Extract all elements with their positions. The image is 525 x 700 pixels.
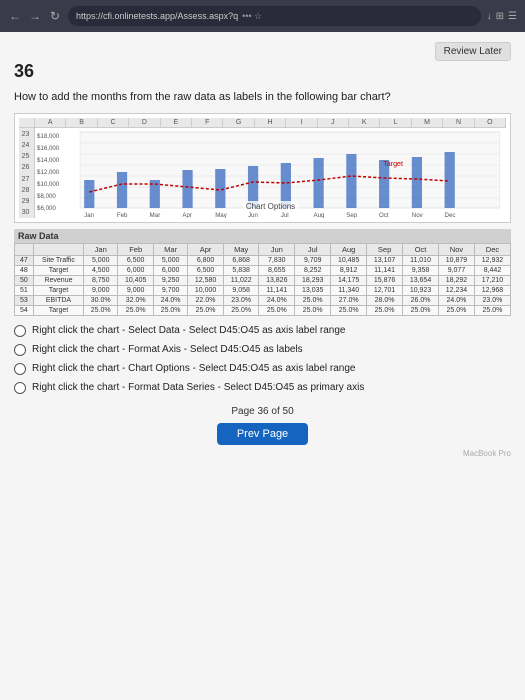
answer-options: Right click the chart - Select Data - Se… xyxy=(14,324,511,394)
question-number: 36 xyxy=(14,61,511,82)
option-radio-3[interactable] xyxy=(14,363,26,375)
table-row: 53 EBITDA 30.0% 32.0% 24.0% 22.0% 23.0% … xyxy=(15,296,511,306)
chart-options-label: Chart Options xyxy=(243,201,298,212)
col-n: N xyxy=(443,118,474,127)
page-info: Page 36 of 50 xyxy=(14,406,511,417)
row-numbers: 2324252627282930 xyxy=(19,128,35,218)
option-text-1: Right click the chart - Select Data - Se… xyxy=(32,324,345,337)
col-header-mar: Mar xyxy=(154,244,188,256)
col-header-dec: Dec xyxy=(474,244,510,256)
col-i: I xyxy=(286,118,317,127)
col-m: M xyxy=(412,118,443,127)
svg-text:Oct: Oct xyxy=(379,213,389,218)
browser-action-icons: ↓ ⊞ ☰ xyxy=(487,11,517,22)
col-header-jun: Jun xyxy=(259,244,295,256)
question-text: How to add the months from the raw data … xyxy=(14,90,511,105)
option-row-1: Right click the chart - Select Data - Se… xyxy=(14,324,511,337)
reload-icon[interactable]: ↻ xyxy=(48,9,62,23)
svg-text:$8,000: $8,000 xyxy=(37,194,56,200)
svg-text:Nov: Nov xyxy=(412,213,424,218)
raw-data-table: Jan Feb Mar Apr May Jun Jul Aug Sep Oct … xyxy=(14,243,511,316)
col-header-jul: Jul xyxy=(295,244,331,256)
col-header-sep: Sep xyxy=(367,244,403,256)
raw-data-header: Raw Data xyxy=(14,229,511,243)
browser-chrome: ← → ↻ https://cfi.onlinetests.app/Assess… xyxy=(0,0,525,32)
svg-text:Sep: Sep xyxy=(346,213,358,218)
option-text-3: Right click the chart - Chart Options - … xyxy=(32,362,355,375)
review-later-button[interactable]: Review Later xyxy=(435,42,511,61)
option-row-4: Right click the chart - Format Data Seri… xyxy=(14,381,511,394)
table-row: 48 Target 4,500 6,000 6,000 6,500 5,838 … xyxy=(15,266,511,276)
svg-text:Target: Target xyxy=(383,160,403,168)
bar-chart: $18,000 $16,000 $14,000 $12,000 $10,000 … xyxy=(35,128,506,218)
back-icon[interactable]: ← xyxy=(8,9,22,23)
table-row: 50 Revenue 8,750 10,405 9,250 12,580 11,… xyxy=(15,276,511,286)
table-row: 51 Target 9,000 9,000 9,700 10,000 9,058… xyxy=(15,286,511,296)
raw-data-section: Raw Data Jan Feb Mar Apr May Jun Jul Aug… xyxy=(14,229,511,316)
col-g: G xyxy=(223,118,254,127)
col-c: C xyxy=(98,118,129,127)
option-radio-1[interactable] xyxy=(14,325,26,337)
col-header-oct: Oct xyxy=(403,244,439,256)
svg-text:Dec: Dec xyxy=(445,213,456,218)
col-header-may: May xyxy=(224,244,259,256)
svg-text:$18,000: $18,000 xyxy=(37,134,60,140)
col-header-nov: Nov xyxy=(439,244,475,256)
col-header-jan: Jan xyxy=(84,244,118,256)
col-f: F xyxy=(192,118,223,127)
svg-text:$6,000: $6,000 xyxy=(37,206,56,212)
option-text-4: Right click the chart - Format Data Seri… xyxy=(32,381,364,394)
svg-text:Jun: Jun xyxy=(248,213,258,218)
svg-text:Feb: Feb xyxy=(117,213,128,218)
col-d: D xyxy=(129,118,160,127)
col-e: E xyxy=(161,118,192,127)
col-b: B xyxy=(66,118,97,127)
table-row: 47 Site Traffic 5,000 6,500 5,000 6,800 … xyxy=(15,256,511,266)
col-a: A xyxy=(35,118,66,127)
bottom-logo: MacBook Pro xyxy=(14,449,511,458)
url-bar[interactable]: https://cfi.onlinetests.app/Assess.aspx?… xyxy=(68,6,481,26)
table-row-num-header xyxy=(15,244,34,256)
col-l: L xyxy=(380,118,411,127)
option-radio-2[interactable] xyxy=(14,344,26,356)
table-row: 54 Target 25.0% 25.0% 25.0% 25.0% 25.0% … xyxy=(15,306,511,316)
option-row-2: Right click the chart - Format Axis - Se… xyxy=(14,343,511,356)
spreadsheet-chart-area: 2324252627282930 $18,000 $16,000 $14,000… xyxy=(19,128,506,218)
chart-container: A B C D E F G H I J K L M N O 2324252627… xyxy=(14,113,511,223)
svg-text:May: May xyxy=(215,213,228,218)
svg-text:Mar: Mar xyxy=(150,213,161,218)
col-header-aug: Aug xyxy=(331,244,367,256)
forward-icon[interactable]: → xyxy=(28,9,42,23)
svg-text:$14,000: $14,000 xyxy=(37,158,60,164)
col-header-empty xyxy=(33,244,84,256)
prev-page-button[interactable]: Prev Page xyxy=(217,423,308,445)
col-header-apr: Apr xyxy=(188,244,224,256)
option-radio-4[interactable] xyxy=(14,382,26,394)
col-j: J xyxy=(318,118,349,127)
svg-text:$16,000: $16,000 xyxy=(37,146,60,152)
pagination: Page 36 of 50 Prev Page xyxy=(14,406,511,445)
col-o: O xyxy=(475,118,506,127)
option-text-2: Right click the chart - Format Axis - Se… xyxy=(32,343,303,356)
col-header-feb: Feb xyxy=(118,244,154,256)
col-letters-row: A B C D E F G H I J K L M N O xyxy=(19,118,506,128)
col-h: H xyxy=(255,118,286,127)
col-k: K xyxy=(349,118,380,127)
content-area: Review Later 36 How to add the months fr… xyxy=(0,32,525,700)
svg-text:Jan: Jan xyxy=(84,213,94,218)
svg-text:Jul: Jul xyxy=(281,213,289,218)
svg-text:Apr: Apr xyxy=(182,213,192,218)
svg-text:$12,000: $12,000 xyxy=(37,170,60,176)
svg-text:$10,000: $10,000 xyxy=(37,182,60,188)
option-row-3: Right click the chart - Chart Options - … xyxy=(14,362,511,375)
url-text: https://cfi.onlinetests.app/Assess.aspx?… xyxy=(76,11,238,21)
svg-text:Aug: Aug xyxy=(314,213,325,218)
